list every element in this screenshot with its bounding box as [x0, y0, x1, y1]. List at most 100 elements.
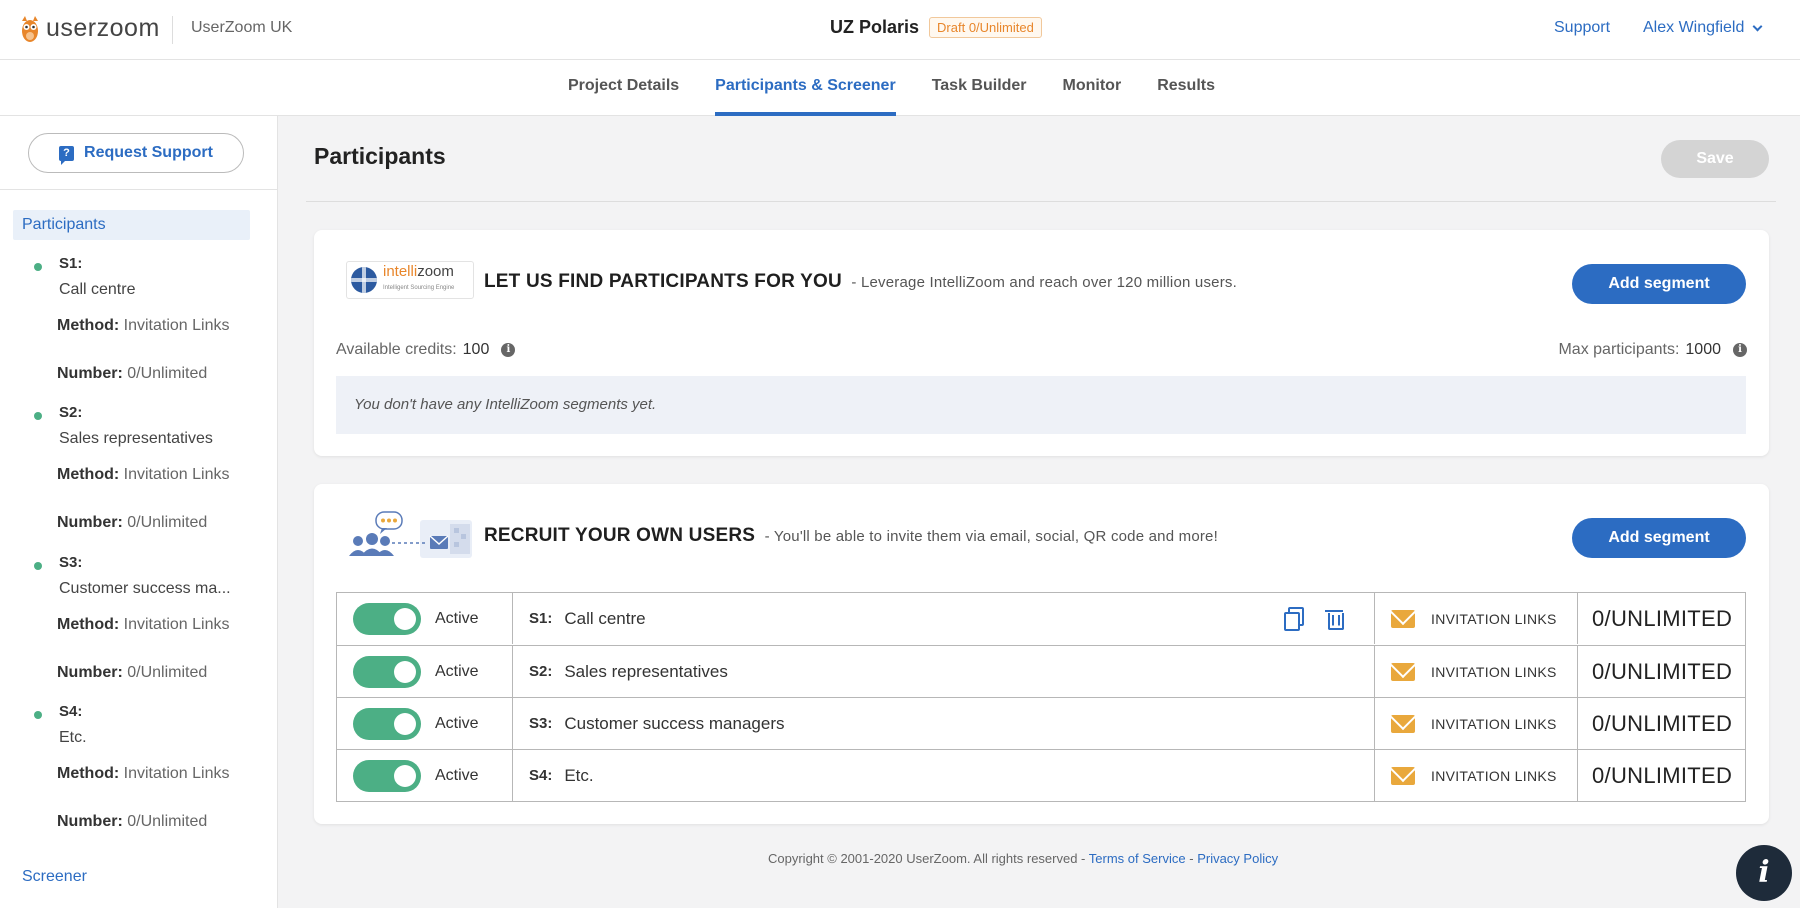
mail-icon — [1391, 714, 1415, 733]
header-divider — [172, 16, 173, 44]
segment-id: S4: — [529, 767, 553, 784]
terms-link[interactable]: Terms of Service — [1089, 851, 1186, 866]
segment-name: Etc. — [564, 765, 594, 785]
number-cell: 0/UNLIMITED — [1592, 710, 1733, 736]
status-label: Active — [435, 766, 479, 784]
status-dot — [34, 711, 42, 719]
heading-description: - You'll be able to invite them via emai… — [764, 528, 1218, 545]
info-icon[interactable]: i — [1733, 343, 1747, 357]
segment-id: S1: — [529, 610, 553, 627]
segment-id: S3: — [59, 554, 83, 571]
segment-name-cell[interactable]: S3: Customer success managers — [513, 698, 1375, 749]
segment-name: Sales representatives — [564, 661, 728, 681]
row-actions — [1283, 607, 1344, 631]
segment-name: Call centre — [564, 608, 646, 628]
copy-icon[interactable] — [1283, 607, 1304, 631]
globe-icon — [351, 267, 377, 293]
privacy-link[interactable]: Privacy Policy — [1197, 851, 1278, 866]
segment-name: Sales representatives — [59, 430, 213, 447]
method-label: Method: — [57, 616, 120, 633]
owl-logo-icon — [22, 15, 38, 42]
trash-icon[interactable] — [1325, 607, 1344, 630]
method-value: Invitation Links — [123, 616, 230, 633]
support-link[interactable]: Support — [1554, 19, 1610, 37]
info-fab-icon[interactable]: i — [1736, 845, 1792, 901]
add-recruit-segment-button[interactable]: Add segment — [1572, 518, 1746, 558]
status-cell: Active — [337, 698, 513, 749]
status-cell: Active — [337, 646, 513, 697]
tab-project-details[interactable]: Project Details — [568, 60, 679, 116]
segment-method: Method: Invitation Links — [57, 612, 237, 638]
request-support-button[interactable]: ? Request Support — [28, 133, 244, 173]
segment-name-cell[interactable]: S2: Sales representatives — [513, 646, 1375, 697]
recruit-card: RECRUIT YOUR OWN USERS - You'll be able … — [314, 484, 1769, 824]
method-label: INVITATION LINKS — [1431, 610, 1557, 627]
number-label: Number: — [57, 365, 123, 382]
method-cell: INVITATION LINKS — [1375, 698, 1578, 749]
number-value: 0/Unlimited — [127, 664, 208, 681]
status-dot — [34, 412, 42, 420]
credits-label: Available credits: — [336, 341, 457, 358]
sidebar-item-screener[interactable]: Screener — [22, 868, 87, 886]
tab-participants-screener[interactable]: Participants & Screener — [715, 60, 896, 116]
mail-icon — [1391, 766, 1415, 785]
heading-text: RECRUIT YOUR OWN USERS — [484, 525, 756, 546]
intellizoom-card: intellizoom Intelligent Sourcing Engine … — [314, 230, 1769, 456]
segment-number: Number: 0/Unlimited — [57, 813, 207, 831]
mail-icon — [1391, 609, 1415, 628]
segment-id: S1: — [59, 255, 83, 272]
sidebar-divider — [0, 189, 278, 190]
active-toggle[interactable] — [353, 707, 421, 740]
status-badge: Draft 0/Unlimited — [929, 17, 1042, 38]
segment-name-cell[interactable]: S4: Etc. — [513, 750, 1375, 801]
method-value: Invitation Links — [123, 466, 230, 483]
segment-number: Number: 0/Unlimited — [57, 514, 207, 532]
logo-part-zoom: zoom — [417, 263, 454, 280]
user-menu[interactable]: Alex Wingfield — [1643, 19, 1763, 37]
intellizoom-logo: intellizoom Intelligent Sourcing Engine — [346, 261, 474, 299]
method-label: Method: — [57, 765, 120, 782]
segment-method: Method: Invitation Links — [57, 313, 237, 339]
max-participants: Max participants: 1000 i — [1469, 341, 1769, 359]
info-icon[interactable]: i — [501, 343, 516, 357]
tab-task-builder[interactable]: Task Builder — [932, 60, 1027, 116]
segment-number: Number: 0/Unlimited — [57, 365, 207, 383]
segment-name-cell[interactable]: S1: Call centre — [513, 593, 1375, 644]
method-label: INVITATION LINKS — [1431, 663, 1557, 680]
main-divider — [306, 201, 1776, 202]
status-label: Active — [435, 662, 479, 680]
segments-table: Active S1: Call centre INVITATION LINKS … — [336, 592, 1746, 802]
empty-state-message: You don't have any IntelliZoom segments … — [336, 376, 1746, 434]
method-label: INVITATION LINKS — [1431, 715, 1557, 732]
tab-results[interactable]: Results — [1157, 60, 1215, 116]
segment-name: Customer success ma... — [59, 580, 231, 597]
active-toggle[interactable] — [353, 759, 421, 792]
number-value: 0/Unlimited — [127, 813, 208, 830]
chevron-down-icon — [1752, 21, 1763, 32]
project-title: UZ Polaris — [830, 17, 920, 37]
method-label: Method: — [57, 317, 120, 334]
project-info: UZ Polaris Draft 0/Unlimited — [830, 17, 1042, 38]
table-row: Active S3: Customer success managers INV… — [337, 697, 1745, 749]
save-button[interactable]: Save — [1661, 140, 1769, 178]
logo-text: userzoom — [46, 14, 160, 42]
number-value: 0/Unlimited — [127, 365, 208, 382]
active-toggle[interactable] — [353, 655, 421, 688]
status-dot — [34, 263, 42, 271]
tab-monitor[interactable]: Monitor — [1063, 60, 1122, 116]
userzoom-logo[interactable]: userzoom — [20, 14, 160, 43]
segment-method: Method: Invitation Links — [57, 761, 237, 787]
segment-id: S3: — [529, 715, 553, 732]
user-name: Alex Wingfield — [1643, 19, 1745, 36]
method-cell: INVITATION LINKS — [1375, 593, 1578, 644]
number-label: Number: — [57, 813, 123, 830]
top-header: userzoom UserZoom UK UZ Polaris Draft 0/… — [0, 0, 1800, 60]
max-label: Max participants: — [1558, 341, 1680, 358]
active-toggle[interactable] — [353, 602, 421, 635]
segment-id: S2: — [59, 404, 83, 421]
segment-method: Method: Invitation Links — [57, 462, 237, 488]
table-row: Active S1: Call centre INVITATION LINKS … — [337, 593, 1745, 645]
add-intellizoom-segment-button[interactable]: Add segment — [1572, 264, 1746, 304]
sidebar-item-participants[interactable]: Participants — [13, 210, 250, 240]
credits-value: 100 — [462, 341, 490, 358]
